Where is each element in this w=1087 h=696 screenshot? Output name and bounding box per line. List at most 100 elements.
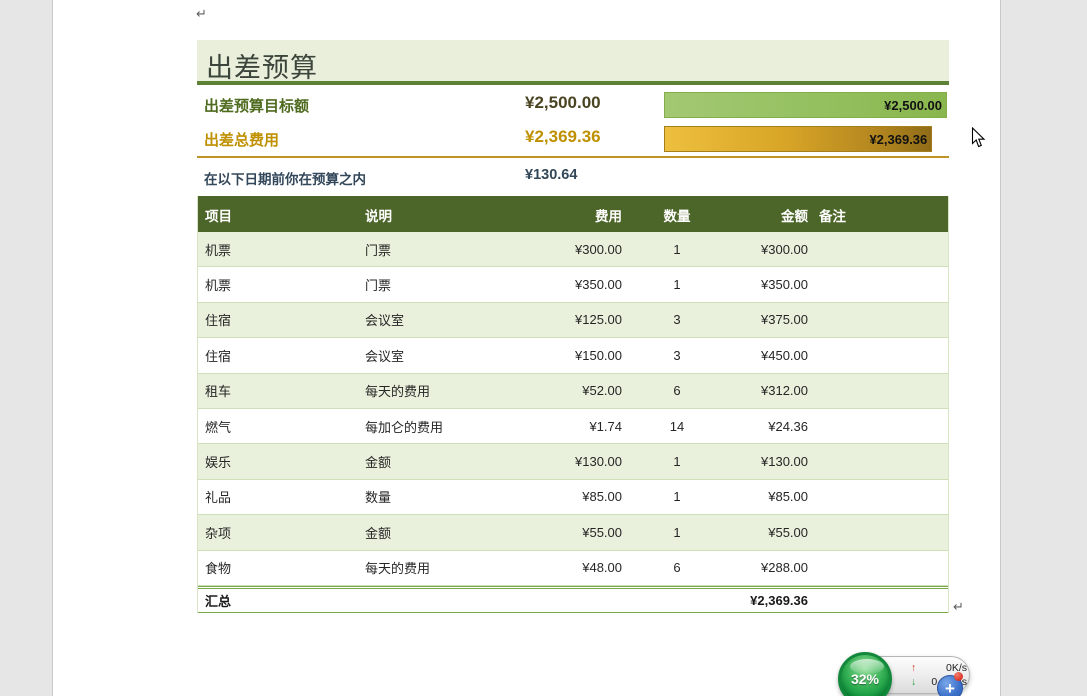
cell-cost: ¥300.00 [528, 242, 622, 257]
cell-desc: 会议室 [358, 346, 528, 365]
col-header-qty: 数量 [622, 205, 732, 232]
widget-add-button[interactable]: + [937, 675, 963, 696]
cell-desc: 数量 [358, 487, 528, 506]
table-row: 租车每天的费用¥52.006¥312.00 [198, 374, 948, 409]
table-row: 机票门票¥350.001¥350.00 [198, 267, 948, 302]
cell-amount: ¥85.00 [732, 489, 808, 504]
total-row-amount: ¥2,369.36 [732, 593, 808, 608]
budget-target-bar-track: ¥2,500.00 [664, 92, 947, 118]
cell-amount: ¥24.36 [732, 419, 808, 434]
cell-amount: ¥288.00 [732, 560, 808, 575]
cell-cost: ¥55.00 [528, 525, 622, 540]
col-header-cost: 费用 [528, 205, 622, 232]
notification-dot-icon [954, 672, 963, 681]
total-row-label: 汇总 [198, 591, 358, 610]
budget-remaining-row: 在以下日期前你在预算之内 ¥130.64 [197, 164, 949, 188]
table-row: 住宿会议室¥150.003¥450.00 [198, 338, 948, 373]
budget-remaining-value: ¥130.64 [525, 167, 577, 183]
budget-table: 项目 说明 费用 数量 金额 备注 机票门票¥300.001¥300.00机票门… [197, 196, 949, 613]
cell-desc: 每加仑的费用 [358, 417, 528, 436]
cell-amount: ¥300.00 [732, 242, 808, 257]
table-row: 礼品数量¥85.001¥85.00 [198, 480, 948, 515]
cell-item: 燃气 [198, 417, 358, 436]
speed-widget: ↑ 0K/s ↓ 0.09K/s + 32% [836, 650, 1016, 696]
budget-total-value: ¥2,369.36 [525, 127, 601, 147]
cell-qty: 6 [622, 560, 732, 575]
cell-desc: 金额 [358, 523, 528, 542]
budget-target-label: 出差预算目标额 [204, 95, 309, 116]
col-header-desc: 说明 [358, 205, 528, 232]
cell-cost: ¥85.00 [528, 489, 622, 504]
cell-item: 机票 [198, 240, 358, 259]
cell-cost: ¥130.00 [528, 454, 622, 469]
cell-amount: ¥55.00 [732, 525, 808, 540]
cell-cost: ¥52.00 [528, 383, 622, 398]
upload-arrow-icon: ↑ [911, 661, 916, 675]
cell-desc: 金额 [358, 452, 528, 471]
table-row: 食物每天的费用¥48.006¥288.00 [198, 551, 948, 586]
budget-target-bar-label: ¥2,500.00 [884, 98, 942, 113]
budget-target-row: 出差预算目标额 ¥2,500.00 ¥2,500.00 [197, 90, 949, 120]
cell-item: 杂项 [198, 523, 358, 542]
budget-target-databar: ¥2,500.00 [664, 92, 947, 118]
cell-amount: ¥130.00 [732, 454, 808, 469]
paragraph-mark-bottom: ↵ [953, 600, 964, 613]
cell-desc: 门票 [358, 240, 528, 259]
table-row: 杂项金额¥55.001¥55.00 [198, 515, 948, 550]
cell-qty: 1 [622, 242, 732, 257]
cell-item: 机票 [198, 275, 358, 294]
cell-item: 礼品 [198, 487, 358, 506]
cell-amount: ¥450.00 [732, 348, 808, 363]
cell-desc: 会议室 [358, 310, 528, 329]
cell-item: 娱乐 [198, 452, 358, 471]
title-band: 出差预算 [197, 40, 949, 85]
budget-remaining-label: 在以下日期前你在预算之内 [204, 168, 366, 188]
cell-item: 住宿 [198, 346, 358, 365]
table-body: 机票门票¥300.001¥300.00机票门票¥350.001¥350.00住宿… [198, 232, 948, 586]
cell-desc: 每天的费用 [358, 558, 528, 577]
table-header-row: 项目 说明 费用 数量 金额 备注 [198, 196, 948, 232]
cell-item: 食物 [198, 558, 358, 577]
cell-qty: 1 [622, 277, 732, 292]
cell-qty: 3 [622, 348, 732, 363]
budget-total-row: 出差总费用 ¥2,369.36 ¥2,369.36 [197, 124, 949, 154]
plus-icon: + [945, 679, 955, 696]
table-row: 娱乐金额¥130.001¥130.00 [198, 444, 948, 479]
cell-qty: 3 [622, 312, 732, 327]
col-header-note: 备注 [808, 205, 948, 232]
budget-total-bar-label: ¥2,369.36 [869, 132, 927, 147]
cell-qty: 6 [622, 383, 732, 398]
cell-qty: 14 [622, 419, 732, 434]
cell-cost: ¥1.74 [528, 419, 622, 434]
budget-total-label: 出差总费用 [204, 129, 279, 150]
cell-item: 租车 [198, 381, 358, 400]
table-total-row: 汇总 ¥2,369.36 [198, 586, 948, 613]
cell-qty: 1 [622, 454, 732, 469]
cell-cost: ¥125.00 [528, 312, 622, 327]
budget-total-databar: ¥2,369.36 [664, 126, 932, 152]
cell-cost: ¥150.00 [528, 348, 622, 363]
document-page: ↵ 出差预算 出差预算目标额 ¥2,500.00 ¥2,500.00 出差总费用… [52, 0, 1001, 696]
gold-divider [197, 156, 949, 158]
cell-cost: ¥48.00 [528, 560, 622, 575]
table-row: 住宿会议室¥125.003¥375.00 [198, 303, 948, 338]
mouse-cursor [971, 127, 986, 154]
col-header-item: 项目 [198, 205, 358, 232]
paragraph-mark-top: ↵ [196, 7, 207, 20]
cell-qty: 1 [622, 525, 732, 540]
cell-desc: 门票 [358, 275, 528, 294]
download-arrow-icon: ↓ [911, 675, 916, 689]
budget-target-value: ¥2,500.00 [525, 93, 601, 113]
cell-item: 住宿 [198, 310, 358, 329]
table-row: 燃气每加仑的费用¥1.7414¥24.36 [198, 409, 948, 444]
budget-total-bar-track: ¥2,369.36 [664, 126, 947, 152]
ball-gloss-highlight [850, 659, 884, 674]
page-title: 出差预算 [206, 46, 318, 85]
cell-cost: ¥350.00 [528, 277, 622, 292]
col-header-amount: 金额 [732, 205, 808, 232]
table-row: 机票门票¥300.001¥300.00 [198, 232, 948, 267]
cell-amount: ¥375.00 [732, 312, 808, 327]
cell-amount: ¥350.00 [732, 277, 808, 292]
cell-qty: 1 [622, 489, 732, 504]
cell-amount: ¥312.00 [732, 383, 808, 398]
